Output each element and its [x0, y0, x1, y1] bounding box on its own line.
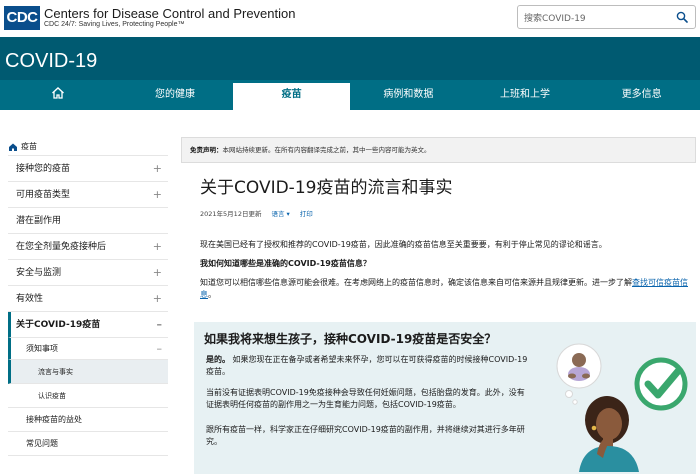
- nav-home[interactable]: [0, 80, 117, 110]
- sidebar-item-benefits[interactable]: 接种疫苗的益处: [8, 408, 168, 432]
- search-box: [517, 5, 696, 30]
- sidebar-item-safety[interactable]: 安全与监测 +: [8, 260, 168, 286]
- minus-icon: –: [156, 318, 163, 331]
- sidebar-item-label: 关于COVID-19疫苗: [16, 320, 101, 330]
- intro-paragraph: 现在美国已经有了授权和推荐的COVID-19疫苗，因此准确的疫苗信息至关重要要，…: [200, 240, 607, 249]
- paragraph-text: 知道您可以相信哪些信息源可能会很难。在考虑网络上的疫苗信息时，确定该信息来自可信…: [200, 278, 632, 287]
- sidebar-item-understanding[interactable]: 认识疫苗: [8, 384, 168, 408]
- section-band: COVID-19: [0, 37, 700, 80]
- site-header: CDC Centers for Disease Control and Prev…: [0, 0, 700, 37]
- callout-title: 如果我将来想生孩子，接种COVID-19疫苗是否安全？: [204, 332, 497, 346]
- minus-icon: –: [156, 342, 163, 355]
- sidebar-item-faq[interactable]: 常见问题: [8, 432, 168, 456]
- trusted-info-paragraph: 知道您可以相信哪些信息源可能会很难。在考虑网络上的疫苗信息时，确定该信息来自可信…: [200, 277, 690, 301]
- plus-icon: +: [152, 240, 162, 253]
- sidebar-item-label: 接种疫苗的益处: [26, 415, 82, 424]
- callout-research: 跟所有疫苗一样，科学家正在仔细研究COVID-19疫苗的副作用，并将继续对其进行…: [206, 425, 525, 446]
- sidebar-item-effectiveness[interactable]: 有效性 +: [8, 286, 168, 312]
- page-meta: 2021年5月12日更新 语言 ▾ 打印: [200, 208, 696, 218]
- sidebar-home-label: 疫苗: [21, 142, 37, 151]
- nav-more-info[interactable]: 更多信息: [583, 80, 700, 110]
- sidebar-item-vaccine-types[interactable]: 可用疫苗类型 +: [8, 182, 168, 208]
- sidebar-item-after-vaccination[interactable]: 在您全剂量免疫接种后 +: [8, 234, 168, 260]
- sidebar: 疫苗 接种您的疫苗 + 可用疫苗类型 + 潜在副作用 在您全剂量免疫接种后 + 安全与…: [8, 138, 168, 456]
- sidebar-item-myths-facts[interactable]: 流言与事实: [8, 360, 168, 384]
- nav-work-school[interactable]: 上班和上学: [467, 80, 584, 110]
- answer-text: 如果您现在正在备孕或者希望未来怀孕，您可以在可获得疫苗的时候接种COVID-19…: [206, 355, 528, 376]
- sidebar-item-label: 须知事项: [26, 344, 58, 353]
- plus-icon: +: [152, 188, 162, 201]
- home-icon: [52, 87, 65, 99]
- sidebar-home[interactable]: 疫苗: [8, 138, 168, 156]
- nav-your-health[interactable]: 您的健康: [117, 80, 234, 110]
- paragraph-end: 。: [208, 290, 216, 299]
- plus-icon: +: [152, 162, 162, 175]
- sidebar-item-label: 接种您的疫苗: [16, 164, 71, 174]
- sidebar-item-label: 可用疫苗类型: [16, 190, 71, 200]
- cdc-logo[interactable]: CDC: [4, 6, 40, 30]
- question-heading: 我如何知道哪些是准确的COVID-19疫苗信息？: [200, 259, 371, 268]
- disclaimer-banner: 免责声明：本网站持续更新。在所有内容翻译完成之前，其中一些内容可能为英文。: [181, 137, 696, 163]
- updated-date: 2021年5月12日更新: [200, 210, 262, 218]
- org-name: Centers for Disease Control and Preventi…: [44, 6, 296, 21]
- sidebar-item-label: 流言与事实: [38, 368, 73, 376]
- plus-icon: +: [152, 292, 162, 305]
- callout-answer: 是的。 如果您现在正在备孕或者希望未来怀孕，您可以在可获得疫苗的时候接种COVI…: [206, 354, 531, 378]
- nav-cases-data[interactable]: 病例和数据: [350, 80, 467, 110]
- sidebar-item-label: 常见问题: [26, 439, 58, 448]
- disclaimer-label: 免责声明：: [190, 146, 223, 154]
- section-title: COVID-19: [5, 50, 98, 72]
- print-link[interactable]: 打印: [300, 208, 313, 218]
- sidebar-item-get-vaccine[interactable]: 接种您的疫苗 +: [8, 156, 168, 182]
- myth-callout: 如果我将来想生孩子，接种COVID-19疫苗是否安全？ 是的。 如果您现在正在备…: [194, 322, 696, 474]
- sidebar-item-about-vaccines[interactable]: 关于COVID-19疫苗 –: [8, 312, 168, 338]
- home-icon: [9, 143, 17, 151]
- disclaimer-text: 本网站持续更新。在所有内容翻译完成之前，其中一些内容可能为英文。: [222, 146, 431, 154]
- answer-label: 是的。: [206, 355, 230, 364]
- sidebar-item-label: 安全与监测: [16, 268, 62, 278]
- page-title: 关于COVID-19疫苗的流言和事实: [200, 178, 453, 198]
- sidebar-item-key-things[interactable]: 须知事项 –: [8, 338, 168, 360]
- nav-vaccines[interactable]: 疫苗: [233, 80, 351, 110]
- search-icon[interactable]: [676, 11, 688, 23]
- sidebar-item-label: 潜在副作用: [16, 216, 62, 226]
- callout-evidence: 当前没有证据表明COVID-19免疫接种会导致任何妊娠问题，包括胎盘的发育。此外…: [206, 388, 525, 409]
- sidebar-item-label: 认识疫苗: [38, 392, 66, 400]
- search-input[interactable]: [518, 8, 668, 30]
- org-tagline: CDC 24/7: Saving Lives, Protecting Peopl…: [44, 21, 185, 28]
- sidebar-item-side-effects[interactable]: 潜在副作用: [8, 208, 168, 234]
- sidebar-item-label: 在您全剂量免疫接种后: [16, 242, 107, 252]
- checkmark-icon: [634, 357, 688, 411]
- main-nav: 您的健康 疫苗 病例和数据 上班和上学 更多信息: [0, 80, 700, 110]
- thought-bubble-icon: [556, 343, 602, 405]
- woman-thinking-illustration: [556, 343, 688, 472]
- woman-icon: [579, 396, 639, 472]
- plus-icon: +: [152, 266, 162, 279]
- main-content: 免责声明：本网站持续更新。在所有内容翻译完成之前，其中一些内容可能为英文。 关于…: [181, 137, 696, 474]
- sidebar-item-label: 有效性: [16, 294, 44, 304]
- language-dropdown[interactable]: 语言 ▾: [271, 208, 289, 218]
